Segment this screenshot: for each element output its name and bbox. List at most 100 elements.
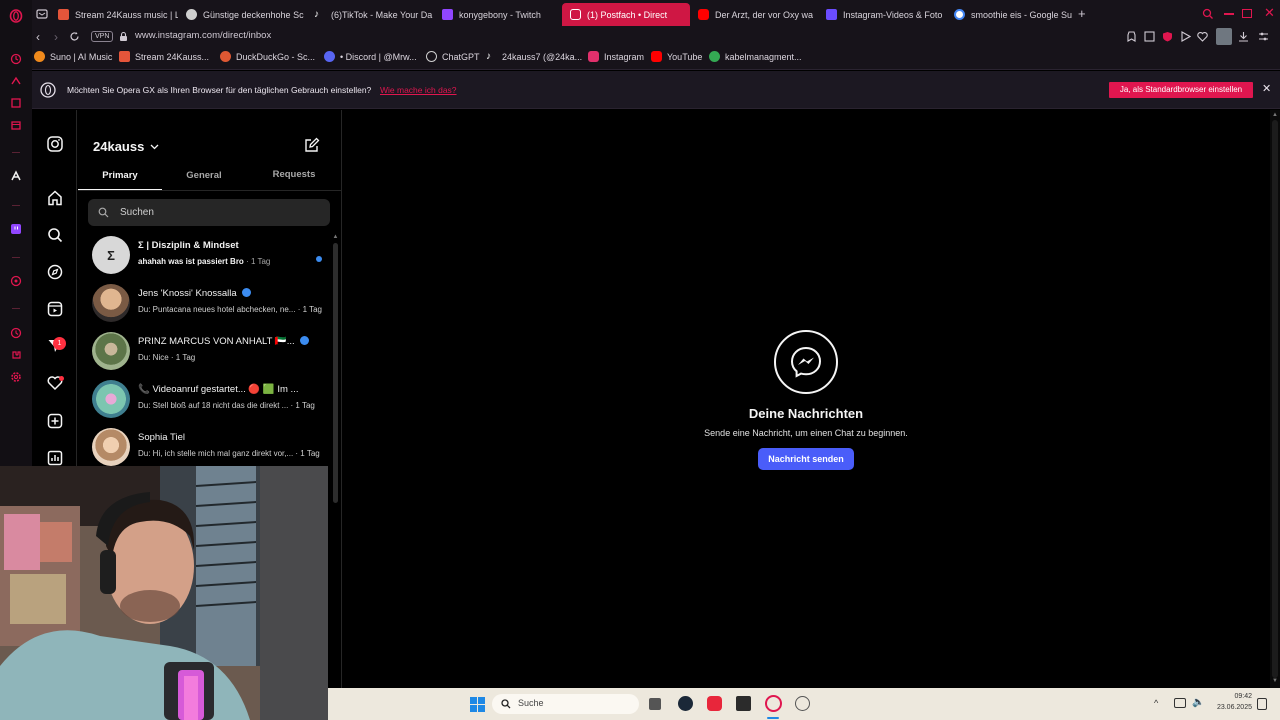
list-scrollbar[interactable]: ▲: [332, 234, 339, 503]
bookmark-tiktok[interactable]: ♪ 24kauss7 (@24ka...: [486, 51, 582, 62]
tab-favicon: [58, 9, 69, 20]
twitch-icon[interactable]: [8, 221, 24, 237]
lock-icon[interactable]: [119, 31, 128, 42]
bookmark-chatgpt[interactable]: ChatGPT: [426, 51, 480, 62]
chat-item[interactable]: Jens 'Knossi' Knossalla Du: Puntacana ne…: [92, 282, 324, 328]
tab-label: smoothie eis - Google Su: [971, 9, 1073, 20]
notification-center-icon[interactable]: [1257, 698, 1267, 710]
banner-how-link[interactable]: Wie mache ich das?: [380, 85, 457, 95]
settings-gear-icon[interactable]: [8, 369, 24, 385]
set-default-button[interactable]: Ja, als Standardbrowser einstellen: [1109, 82, 1253, 98]
tab-5[interactable]: Der Arzt, der vor Oxy wa: [690, 3, 818, 26]
chat-name: PRINZ MARCUS VON ANHALT 🇦🇪...: [138, 336, 310, 347]
search-icon: [501, 699, 511, 709]
shield-icon[interactable]: [1162, 31, 1173, 42]
settings-app-icon[interactable]: [795, 696, 810, 711]
network-icon[interactable]: [1174, 698, 1186, 708]
reels-icon[interactable]: [45, 299, 65, 319]
arc-sidebar-icon[interactable]: [8, 168, 24, 184]
tab-favicon: [186, 9, 197, 20]
search-icon[interactable]: [45, 225, 65, 245]
chat-item[interactable]: 📞 Videoanruf gestartet... 🔴 🟩 Im ... Du:…: [92, 378, 324, 424]
vpn-badge[interactable]: VPN: [91, 31, 114, 42]
snapshot-icon[interactable]: [1126, 31, 1137, 42]
easy-setup-icon[interactable]: [1258, 31, 1269, 42]
back-icon[interactable]: ‹: [36, 31, 40, 43]
forward-icon[interactable]: ›: [54, 31, 58, 43]
reload-icon[interactable]: [69, 31, 80, 42]
send-message-button[interactable]: Nachricht senden: [758, 448, 854, 470]
gx-corner-icon[interactable]: [8, 73, 24, 89]
search-box[interactable]: Suchen: [88, 199, 330, 226]
notification-count-badge: 1: [53, 337, 66, 350]
gx-app-icon[interactable]: [707, 696, 722, 711]
bookmark-suno[interactable]: Suno | AI Music: [34, 51, 112, 62]
bookmark-label: YouTube: [667, 51, 703, 62]
minimize-icon[interactable]: [1224, 13, 1234, 15]
chat-item[interactable]: PRINZ MARCUS VON ANHALT 🇦🇪... Du: Nice ·…: [92, 330, 324, 376]
tab-general[interactable]: General: [162, 165, 246, 190]
windows-taskbar: Suche ^ 🔈 09:42 23.06.2025: [328, 688, 1280, 720]
tab-0[interactable]: Stream 24Kauss music | L: [50, 3, 178, 26]
tab-menu-icon[interactable]: [36, 8, 48, 20]
explore-compass-icon[interactable]: [45, 262, 65, 282]
dashboard-icon[interactable]: [45, 448, 65, 468]
heart-icon[interactable]: [1197, 31, 1208, 42]
player-icon[interactable]: [8, 273, 24, 289]
screenshot-icon[interactable]: [1144, 31, 1155, 42]
bookmark-discord[interactable]: • Discord | @Mrw...: [324, 51, 417, 62]
calendar-sidebar-icon[interactable]: [8, 117, 24, 133]
tiktok-icon: ♪: [486, 51, 491, 62]
banner-close-icon[interactable]: ✕: [1262, 82, 1271, 96]
extensions-icon[interactable]: [8, 347, 24, 363]
profile-avatar[interactable]: [1216, 28, 1232, 45]
bookmark-stream[interactable]: Stream 24Kauss...: [119, 51, 209, 62]
url-field[interactable]: www.instagram.com/direct/inbox: [135, 30, 271, 41]
tab-7[interactable]: smoothie eis - Google Su: [946, 3, 1074, 26]
twitch-sidebar-icon[interactable]: [8, 95, 24, 111]
clock[interactable]: 09:42 23.06.2025: [1208, 691, 1252, 713]
windows-start-icon[interactable]: [470, 697, 485, 712]
tab-6[interactable]: Instagram-Videos & Foto: [818, 3, 946, 26]
history-icon[interactable]: [8, 325, 24, 341]
tab-requests[interactable]: Requests: [252, 165, 336, 190]
bookmark-instagram[interactable]: Instagram: [588, 51, 644, 62]
page-scroll-thumb[interactable]: [1272, 120, 1278, 678]
home-icon[interactable]: [45, 188, 65, 208]
tab-3[interactable]: konygebony - Twitch: [434, 3, 562, 26]
steam-icon[interactable]: [678, 696, 693, 711]
taskbar-search-box[interactable]: Suche: [492, 694, 639, 714]
task-view-icon[interactable]: [649, 698, 661, 710]
opera-logo-icon[interactable]: [8, 8, 24, 24]
create-plus-icon[interactable]: [45, 411, 65, 431]
epic-games-icon[interactable]: [736, 696, 751, 711]
tab-1[interactable]: Günstige deckenhohe Sc: [178, 3, 306, 26]
scroll-up-arrow-icon[interactable]: ▲: [1270, 112, 1280, 119]
downloads-icon[interactable]: [1238, 31, 1249, 42]
instagram-logo-icon[interactable]: [45, 134, 65, 154]
scroll-thumb[interactable]: [333, 243, 338, 503]
page-scrollbar[interactable]: ▲ ▼: [1270, 110, 1280, 688]
bookmark-youtube[interactable]: YouTube: [651, 51, 702, 62]
chat-item[interactable]: Σ Σ | Disziplin & Mindset ahahah was ist…: [92, 234, 324, 280]
scroll-down-arrow-icon[interactable]: ▼: [1270, 678, 1280, 685]
player-play-icon[interactable]: [1180, 31, 1191, 42]
chat-name: 📞 Videoanruf gestartet... 🔴 🟩 Im ...: [138, 384, 299, 395]
opera-gx-taskbar-icon[interactable]: [765, 695, 782, 712]
maximize-icon[interactable]: [1242, 9, 1252, 18]
bookmark-duckduckgo[interactable]: DuckDuckGo - Sc...: [220, 51, 315, 62]
account-switcher[interactable]: 24kauss: [93, 139, 159, 154]
close-window-icon[interactable]: ✕: [1264, 6, 1275, 19]
new-message-icon[interactable]: [304, 137, 320, 153]
bookmark-favicon: [324, 51, 335, 62]
tray-chevron-up-icon[interactable]: ^: [1154, 698, 1158, 708]
gx-control-icon[interactable]: [8, 51, 24, 67]
new-tab-plus-icon[interactable]: +: [1078, 7, 1086, 20]
bookmark-kabel[interactable]: kabelmanagment...: [709, 51, 802, 62]
volume-icon[interactable]: 🔈: [1192, 697, 1204, 708]
tab-search-icon[interactable]: [1202, 8, 1214, 20]
tab-primary[interactable]: Primary: [78, 165, 162, 190]
tab-2[interactable]: ♪ (6)TikTok - Make Your Da: [306, 3, 434, 26]
scroll-up-arrow-icon[interactable]: ▲: [332, 234, 339, 241]
tab-4-active[interactable]: (1) Postfach • Direct: [562, 3, 690, 26]
